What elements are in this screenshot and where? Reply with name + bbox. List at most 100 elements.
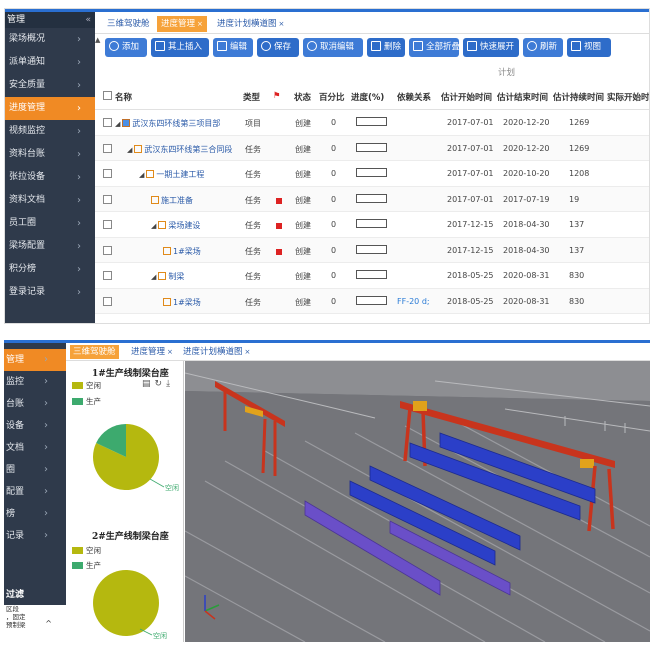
column-header[interactable]: 估计持续时间 bbox=[553, 91, 604, 103]
table-row[interactable]: ◢ 一期土建工程 任务 创建 0 2017-07-01 2020-10-20 1208 bbox=[95, 161, 649, 187]
task-name-cell[interactable]: ◢ 梁场建设 bbox=[151, 220, 200, 231]
task-name-cell[interactable]: ◢ 制梁 bbox=[151, 271, 184, 282]
row-checkbox[interactable] bbox=[103, 143, 112, 153]
toolbar-button[interactable]: 视图 bbox=[567, 38, 611, 57]
tab-progress-gantt[interactable]: 进度计划横道图 × bbox=[213, 16, 288, 32]
download-icon[interactable]: ⤓ bbox=[166, 379, 174, 389]
task-name-cell[interactable]: 1#梁场 bbox=[163, 297, 201, 308]
toolbar-button[interactable]: 刷新 bbox=[523, 38, 563, 57]
sidebar-item[interactable]: 视频监控 › bbox=[5, 120, 95, 143]
task-name-cell[interactable]: ◢ 武汉东四环线第三合同段 bbox=[127, 144, 232, 155]
task-name-cell[interactable]: ◢ 一期土建工程 bbox=[139, 169, 204, 180]
chevron-up-icon[interactable]: ^ bbox=[45, 619, 52, 628]
column-header[interactable]: 估计结束时间 bbox=[497, 91, 548, 103]
sidebar-item[interactable]: 资料文档 › bbox=[5, 189, 95, 212]
sidebar-item[interactable]: 积分榜 › bbox=[5, 258, 95, 281]
flag-icon[interactable]: ⚑ bbox=[273, 91, 281, 101]
3d-beam-yard-scene[interactable] bbox=[185, 361, 650, 642]
pie-slice-idle[interactable] bbox=[93, 570, 159, 636]
task-name-cell[interactable]: 施工准备 bbox=[151, 195, 193, 206]
task-name[interactable]: 1#梁场 bbox=[173, 247, 201, 256]
legend-item-idle[interactable]: 空闲 bbox=[72, 545, 101, 556]
sidebar-item[interactable]: 监控 › bbox=[4, 371, 66, 393]
toolbar-button[interactable]: 快速展开 bbox=[463, 38, 519, 57]
sidebar-item[interactable]: 管理 › bbox=[4, 349, 66, 371]
task-name-cell[interactable]: 1#梁场 bbox=[163, 246, 201, 257]
document-icon[interactable]: ▤ bbox=[142, 379, 155, 389]
task-name[interactable]: 制梁 bbox=[168, 272, 184, 281]
column-header[interactable]: 名称 bbox=[115, 91, 132, 103]
sidebar-item[interactable]: 资料台账 › bbox=[5, 143, 95, 166]
tree-toggle-icon[interactable]: ◢ bbox=[139, 171, 144, 179]
toolbar-button[interactable]: 其上插入 bbox=[151, 38, 209, 57]
column-header[interactable]: 类型 bbox=[243, 91, 260, 103]
column-header[interactable]: 实际开始时 bbox=[607, 91, 649, 103]
select-all-checkbox[interactable] bbox=[103, 91, 112, 100]
tree-toggle-icon[interactable]: ◢ bbox=[115, 120, 120, 128]
row-checkbox[interactable] bbox=[103, 245, 112, 255]
sidebar-item[interactable]: 员工圈 › bbox=[5, 212, 95, 235]
task-name[interactable]: 施工准备 bbox=[161, 196, 193, 205]
refresh-icon[interactable]: ↻ bbox=[155, 379, 167, 389]
table-row[interactable]: ◢ 武汉东四环线第三合同段 任务 创建 0 2017-07-01 2020-12-20 126… bbox=[95, 135, 649, 161]
sidebar-collapse-icon[interactable]: « bbox=[85, 12, 91, 28]
task-name[interactable]: 武汉东四环线第三合同段 bbox=[144, 145, 232, 154]
tab-3d-cockpit[interactable]: 三维驾驶舱 bbox=[70, 345, 119, 359]
row-checkbox[interactable] bbox=[103, 296, 112, 306]
toolbar-button[interactable]: 保存 bbox=[257, 38, 299, 57]
column-header[interactable]: 依赖关系 bbox=[397, 91, 431, 103]
sidebar-item[interactable]: 梁场概况 › bbox=[5, 28, 95, 51]
sidebar-item[interactable]: 登录记录 › bbox=[5, 281, 95, 304]
table-row[interactable]: 施工准备 任务 创建 0 2017-07-01 2017-07-19 19 bbox=[95, 186, 649, 212]
close-icon[interactable]: × bbox=[245, 348, 251, 356]
sidebar-item[interactable]: 派单通知 › bbox=[5, 51, 95, 74]
sidebar-item[interactable]: 榜 › bbox=[4, 503, 66, 525]
task-name[interactable]: 武汉东四环线第三项目部 bbox=[132, 119, 220, 128]
scroll-up-icon[interactable]: ▲ bbox=[95, 36, 103, 46]
table-row[interactable]: 1#梁场 任务 创建 0 FF-20 d; 2018-05-25 2020-08-31 830 bbox=[95, 288, 649, 314]
row-checkbox[interactable] bbox=[103, 169, 112, 178]
row-checkbox[interactable] bbox=[103, 220, 112, 229]
task-name-cell[interactable]: ◢ 武汉东四环线第三项目部 bbox=[115, 118, 220, 129]
toolbar-button[interactable]: 全部折叠 bbox=[409, 38, 460, 57]
sidebar-item[interactable]: 圈 › bbox=[4, 459, 66, 481]
tree-toggle-icon[interactable]: ◢ bbox=[151, 222, 156, 230]
column-header[interactable]: 估计开始时间 bbox=[441, 91, 492, 103]
sidebar-item[interactable]: 台账 › bbox=[4, 393, 66, 415]
close-icon[interactable]: × bbox=[167, 348, 173, 356]
tab-progress-management[interactable]: 进度管理 × bbox=[128, 345, 176, 359]
sidebar-item[interactable]: 记录 › bbox=[4, 525, 66, 547]
row-checkbox[interactable] bbox=[103, 118, 112, 127]
tab-progress-gantt[interactable]: 进度计划横道图 × bbox=[180, 345, 253, 359]
legend-item-idle[interactable]: 空闲 bbox=[72, 380, 101, 391]
task-name[interactable]: 梁场建设 bbox=[168, 221, 200, 230]
table-row[interactable]: ◢ 梁场建设 任务 创建 0 2017-12-15 2018-04-30 137 bbox=[95, 212, 649, 238]
sidebar-item[interactable]: 安全质量 › bbox=[5, 74, 95, 97]
tab-3d-cockpit[interactable]: 三维驾驶舱 bbox=[103, 16, 154, 32]
filter-box[interactable]: 区段 ，固定 预制梁 ^ bbox=[4, 605, 66, 642]
toolbar-button[interactable]: 删除 bbox=[367, 38, 405, 57]
column-header[interactable]: 状态 bbox=[294, 91, 311, 103]
tree-toggle-icon[interactable]: ◢ bbox=[127, 146, 132, 154]
sidebar-item[interactable]: 文档 › bbox=[4, 437, 66, 459]
tree-toggle-icon[interactable]: ◢ bbox=[151, 273, 156, 281]
task-name[interactable]: 一期土建工程 bbox=[156, 170, 204, 179]
row-checkbox[interactable] bbox=[103, 271, 112, 280]
column-header[interactable]: 百分比 bbox=[319, 91, 345, 103]
sidebar-item[interactable]: 配置 › bbox=[4, 481, 66, 503]
toolbar-button[interactable]: 取消编辑 bbox=[303, 38, 363, 57]
close-icon[interactable]: × bbox=[279, 20, 285, 28]
sidebar-item[interactable]: 张拉设备 › bbox=[5, 166, 95, 189]
toolbar-button[interactable]: 编辑 bbox=[213, 38, 253, 57]
toolbar-button[interactable]: 添加 bbox=[105, 38, 147, 57]
sidebar-item[interactable]: 梁场配置 › bbox=[5, 235, 95, 258]
table-row[interactable]: 1#梁场 任务 创建 0 2017-12-15 2018-04-30 137 bbox=[95, 237, 649, 263]
table-row[interactable]: ◢ 武汉东四环线第三项目部 项目 创建 0 2017-07-01 2020-12-20 126… bbox=[95, 110, 649, 136]
row-checkbox[interactable] bbox=[103, 194, 112, 204]
tab-progress-management[interactable]: 进度管理 × bbox=[157, 16, 207, 32]
sidebar-item[interactable]: 进度管理 › bbox=[5, 97, 95, 120]
task-name[interactable]: 1#梁场 bbox=[173, 298, 201, 307]
table-row[interactable]: ◢ 制梁 任务 创建 0 2018-05-25 2020-08-31 830 bbox=[95, 263, 649, 289]
column-header[interactable]: 进度(%) bbox=[351, 91, 384, 103]
sidebar-item[interactable]: 设备 › bbox=[4, 415, 66, 437]
